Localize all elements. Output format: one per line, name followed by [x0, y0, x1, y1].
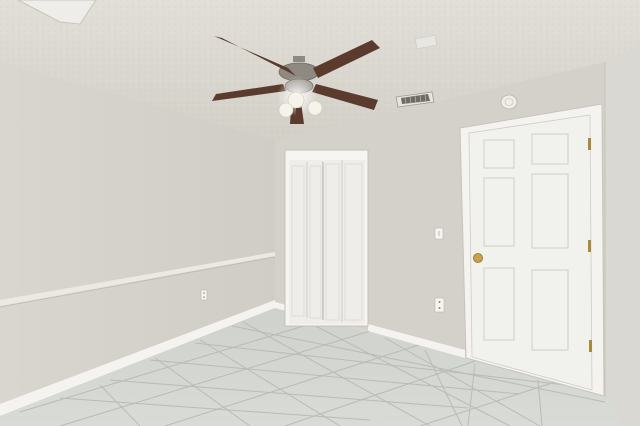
bedroom-door[interactable]	[459, 103, 605, 397]
right-wall	[605, 45, 640, 426]
outlet-icon	[200, 289, 208, 301]
light-bulb-icon	[278, 102, 294, 118]
door-knob-icon[interactable]	[473, 253, 483, 263]
smoke-detector-icon	[500, 94, 518, 110]
outlet-icon	[434, 297, 445, 313]
light-bulb-icon	[307, 100, 323, 116]
light-switch-icon[interactable]	[434, 227, 444, 240]
bedroom-photo	[0, 0, 640, 426]
closet-bifold-door[interactable]	[284, 149, 369, 327]
